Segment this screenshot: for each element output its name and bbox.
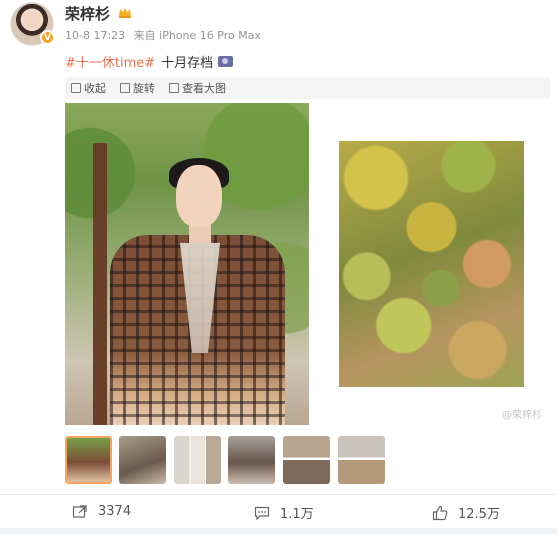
thumbnail-strip <box>65 436 395 484</box>
repost-icon <box>72 505 87 518</box>
secondary-image[interactable]: @荣梓杉 <box>309 103 550 425</box>
face <box>176 165 222 227</box>
view-large-button[interactable]: 查看大图 <box>169 80 226 96</box>
post-source: 来自 iPhone 16 Pro Max <box>133 29 261 42</box>
post-header: V 荣梓杉 10-8 17:23 来自 iPhone 16 Pro Max <box>10 0 550 46</box>
watermark: @荣梓杉 <box>502 410 542 421</box>
feed-gap <box>0 528 557 534</box>
camera-emoji-icon <box>218 56 234 67</box>
collapse-button[interactable]: 收起 <box>71 80 106 96</box>
repost-count: 3374 <box>98 503 132 519</box>
image-toolbar: 收起 旋转 查看大图 <box>65 77 550 99</box>
rotate-button[interactable]: 旋转 <box>120 80 155 96</box>
post-time[interactable]: 10-8 17:23 <box>65 29 125 42</box>
rotate-label: 旋转 <box>133 82 155 95</box>
repost-button[interactable]: 3374 <box>72 503 131 519</box>
hashtag-link[interactable]: #十一休time# <box>65 52 155 71</box>
view-large-label: 查看大图 <box>182 82 226 95</box>
username[interactable]: 荣梓杉 <box>65 3 110 24</box>
action-bar: 3374 1.1万 12.5万 <box>0 494 557 528</box>
comment-button[interactable]: 1.1万 <box>254 503 314 522</box>
verified-badge: V <box>40 30 55 45</box>
weibo-post-card: V 荣梓杉 10-8 17:23 来自 iPhone 16 Pro Max #十… <box>0 0 557 534</box>
like-icon <box>432 505 448 520</box>
post-meta: 10-8 17:23 来自 iPhone 16 Pro Max <box>65 27 266 43</box>
main-image[interactable] <box>65 103 309 425</box>
rotate-icon <box>120 83 130 93</box>
post-caption: 十月存档 <box>161 56 214 71</box>
post-text: #十一休time# 十月存档 <box>65 52 234 71</box>
crown-icon <box>119 8 131 18</box>
comment-icon <box>254 506 270 520</box>
thumbnail-6[interactable] <box>338 436 385 484</box>
like-button[interactable]: 12.5万 <box>432 503 500 522</box>
drying-grapes-photo <box>339 141 524 387</box>
thumbnail-1[interactable] <box>65 436 112 484</box>
collapse-icon <box>71 83 81 93</box>
zoom-icon <box>169 83 179 93</box>
thumbnail-2[interactable] <box>119 436 166 484</box>
tree-trunk <box>93 143 107 425</box>
like-count: 12.5万 <box>458 507 500 522</box>
thumbnail-4[interactable] <box>228 436 275 484</box>
collapse-label: 收起 <box>84 82 106 95</box>
thumbnail-5[interactable] <box>283 436 330 484</box>
comment-count: 1.1万 <box>280 507 314 522</box>
thumbnail-3[interactable] <box>174 436 221 484</box>
